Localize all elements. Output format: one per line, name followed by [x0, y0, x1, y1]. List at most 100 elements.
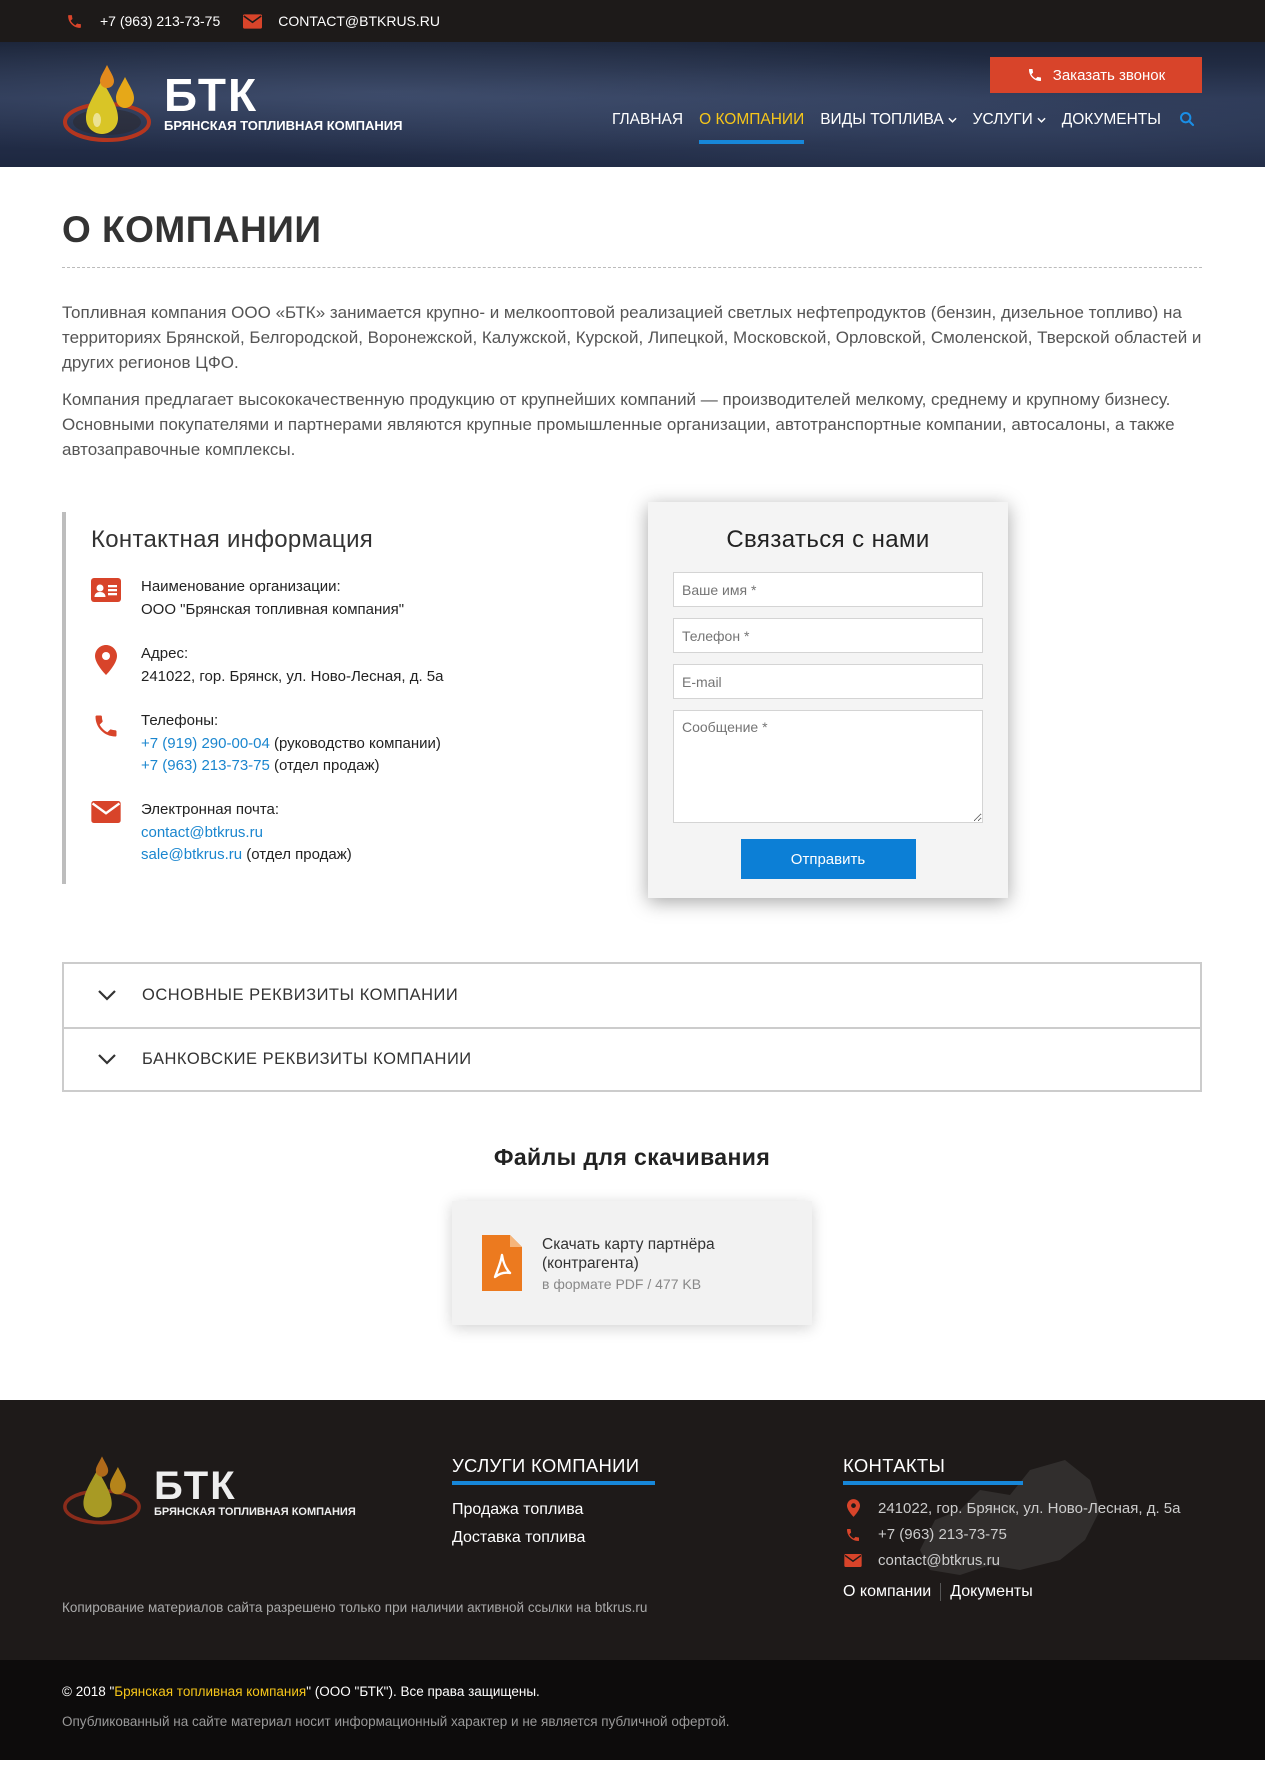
- bottom-bar: © 2018 "Брянская топливная компания" (ОО…: [0, 1660, 1265, 1760]
- id-card-icon: [91, 576, 121, 606]
- phone-icon: [64, 11, 84, 31]
- contact-address-label: Адрес:: [141, 645, 189, 662]
- callback-button[interactable]: Заказать звонок: [990, 57, 1202, 93]
- contact-info: Контактная информация Наименование орган…: [62, 512, 622, 884]
- contact-org-label: Наименование организации:: [141, 578, 341, 595]
- footer-link-about[interactable]: О компании: [843, 1583, 931, 1600]
- topbar-phone-text: +7 (963) 213-73-75: [100, 13, 221, 29]
- accordion-item-bank-requisites[interactable]: БАНКОВСКИЕ РЕКВИЗИТЫ КОМПАНИИ: [64, 1027, 1200, 1090]
- copyright: © 2018 "Брянская топливная компания" (ОО…: [62, 1684, 1203, 1699]
- copyright-company-link[interactable]: Брянская топливная компания: [114, 1684, 306, 1699]
- chevron-down-icon: [948, 117, 957, 123]
- page-title: О КОМПАНИИ: [62, 209, 1202, 268]
- top-bar: +7 (963) 213-73-75 CONTACT@BTKRUS.RU: [0, 0, 1265, 42]
- phone-link-sales[interactable]: +7 (963) 213-73-75: [141, 757, 270, 774]
- name-input[interactable]: [673, 572, 983, 607]
- logo-subtitle: БРЯНСКАЯ ТОПЛИВНАЯ КОМПАНИЯ: [164, 117, 403, 133]
- disclaimer: Опубликованный на сайте материал носит и…: [62, 1714, 730, 1729]
- phone-ring-icon: [1027, 67, 1043, 83]
- site-footer: БТК БРЯНСКАЯ ТОПЛИВНАЯ КОМПАНИЯ Копирова…: [0, 1400, 1265, 1660]
- email-link-contact[interactable]: contact@btkrus.ru: [141, 824, 263, 841]
- nav-fuel-types-label: ВИДЫ ТОПЛИВА: [820, 111, 944, 128]
- nav-services-label: УСЛУГИ: [972, 111, 1033, 128]
- contact-form-title: Связаться с нами: [726, 526, 930, 553]
- email-link-sales[interactable]: sale@btkrus.ru: [141, 846, 242, 863]
- main-content: О КОМПАНИИ Топливная компания ООО «БТК» …: [0, 209, 1265, 1325]
- topbar-phone[interactable]: +7 (963) 213-73-75: [64, 11, 220, 31]
- contact-email: Электронная почта: contact@btkrus.ru sal…: [91, 799, 622, 866]
- search-icon[interactable]: [1179, 111, 1195, 142]
- contact-address-value: 241022, гор. Брянск, ул. Ново-Лесная, д.…: [141, 668, 444, 685]
- intro-paragraph: Компания предлагает высококачественную п…: [62, 390, 1175, 459]
- footer-address-text: 241022, гор. Брянск, ул. Ново-Лесная, д.…: [878, 1499, 1181, 1517]
- chevron-down-icon: [1037, 117, 1046, 123]
- chevron-down-icon: [98, 1054, 116, 1065]
- footer-phone[interactable]: +7 (963) 213-73-75: [843, 1526, 1180, 1543]
- footer-logo-subtitle: БРЯНСКАЯ ТОПЛИВНАЯ КОМПАНИЯ: [154, 1505, 356, 1518]
- requisites-accordion: ОСНОВНЫЕ РЕКВИЗИТЫ КОМПАНИИ БАНКОВСКИЕ Р…: [62, 962, 1202, 1092]
- copy-note: Копирование материалов сайта разрешено т…: [62, 1600, 648, 1615]
- contact-info-title: Контактная информация: [91, 526, 374, 553]
- map-pin-icon: [91, 643, 121, 675]
- accordion-item-label: ОСНОВНЫЕ РЕКВИЗИТЫ КОМПАНИИ: [142, 986, 459, 1004]
- nav-documents[interactable]: ДОКУМЕНТЫ: [1062, 109, 1161, 144]
- contact-address: Адрес: 241022, гор. Брянск, ул. Ново-Лес…: [91, 643, 622, 688]
- footer-email-text: contact@btkrus.ru: [878, 1552, 1000, 1569]
- contact-email-label: Электронная почта:: [141, 801, 280, 818]
- topbar-email-text: CONTACT@BTKRUS.RU: [278, 13, 440, 29]
- email-input[interactable]: [673, 664, 983, 699]
- map-pin-icon: [843, 1499, 863, 1517]
- chevron-down-icon: [98, 990, 116, 1001]
- copyright-prefix: © 2018 ": [62, 1684, 115, 1699]
- footer-link-fuel-delivery[interactable]: Доставка топлива: [452, 1529, 655, 1547]
- files-title: Файлы для скачивания: [493, 1144, 771, 1170]
- footer-services-title: УСЛУГИ КОМПАНИИ: [452, 1455, 655, 1485]
- site-logo[interactable]: БТК БРЯНСКАЯ ТОПЛИВНАЯ КОМПАНИЯ: [62, 60, 402, 146]
- accordion-item-label: БАНКОВСКИЕ РЕКВИЗИТЫ КОМПАНИИ: [142, 1050, 472, 1068]
- intro-text: Топливная компания ООО «БТК» занимается …: [62, 300, 1202, 462]
- footer-link-fuel-sale[interactable]: Продажа топлива: [452, 1501, 655, 1519]
- intro-paragraph: Топливная компания ООО «БТК» занимается …: [62, 303, 1202, 372]
- file-name: Скачать карту партнёра (контрагента): [542, 1235, 715, 1272]
- footer-contacts-title: КОНТАКТЫ: [843, 1455, 1023, 1485]
- envelope-icon: [843, 1554, 863, 1567]
- nav-about-label: О КОМПАНИИ: [699, 111, 805, 128]
- contact-phones: Телефоны: +7 (919) 290-00-04 (руководств…: [91, 710, 622, 777]
- envelope-icon: [242, 11, 262, 31]
- logo-drops-icon: [62, 1452, 142, 1533]
- footer-logo-title: БТК: [154, 1463, 237, 1508]
- contact-org: Наименование организации: ООО "Брянская …: [91, 576, 622, 621]
- nav-fuel-types[interactable]: ВИДЫ ТОПЛИВА: [820, 109, 957, 144]
- footer-phone-text: +7 (963) 213-73-75: [878, 1526, 1007, 1543]
- phone-note: (отдел продаж): [269, 757, 380, 774]
- contact-org-value: ООО "Брянская топливная компания": [141, 601, 405, 618]
- contact-phones-label: Телефоны:: [141, 712, 219, 729]
- nav-services[interactable]: УСЛУГИ: [973, 109, 1046, 144]
- email-note: (отдел продаж): [242, 846, 352, 863]
- divider: [940, 1583, 942, 1601]
- footer-logo[interactable]: БТК БРЯНСКАЯ ТОПЛИВНАЯ КОМПАНИЯ: [62, 1452, 356, 1533]
- site-header: БТК БРЯНСКАЯ ТОПЛИВНАЯ КОМПАНИЯ Заказать…: [0, 42, 1265, 167]
- file-download-card[interactable]: Скачать карту партнёра (контрагента) в ф…: [452, 1201, 812, 1325]
- footer-contacts: КОНТАКТЫ 241022, гор. Брянск, ул. Ново-Л…: [843, 1455, 1180, 1601]
- phone-link-management[interactable]: +7 (919) 290-00-04: [141, 735, 270, 752]
- callback-button-label: Заказать звонок: [1052, 66, 1166, 84]
- pdf-file-icon: [482, 1235, 522, 1291]
- footer-services: УСЛУГИ КОМПАНИИ Продажа топлива Доставка…: [452, 1455, 655, 1547]
- nav-home[interactable]: ГЛАВНАЯ: [612, 109, 683, 144]
- footer-link-docs[interactable]: Документы: [950, 1583, 1032, 1600]
- message-textarea[interactable]: [673, 710, 983, 823]
- submit-button[interactable]: Отправить: [740, 839, 916, 879]
- phone-icon: [91, 710, 121, 740]
- nav-about[interactable]: О КОМПАНИИ: [699, 109, 805, 144]
- accordion-item-main-requisites[interactable]: ОСНОВНЫЕ РЕКВИЗИТЫ КОМПАНИИ: [64, 964, 1200, 1027]
- nav-home-label: ГЛАВНАЯ: [611, 111, 684, 128]
- footer-address: 241022, гор. Брянск, ул. Ново-Лесная, д.…: [843, 1499, 1180, 1517]
- phone-input[interactable]: [673, 618, 983, 653]
- envelope-icon: [91, 799, 121, 829]
- file-meta: в формате PDF / 477 KB: [542, 1275, 702, 1292]
- footer-email[interactable]: contact@btkrus.ru: [843, 1552, 1180, 1569]
- nav-documents-label: ДОКУМЕНТЫ: [1061, 111, 1161, 128]
- topbar-email[interactable]: CONTACT@BTKRUS.RU: [242, 11, 440, 31]
- main-nav: ГЛАВНАЯ О КОМПАНИИ ВИДЫ ТОПЛИВА УСЛУГИ Д…: [596, 109, 1195, 144]
